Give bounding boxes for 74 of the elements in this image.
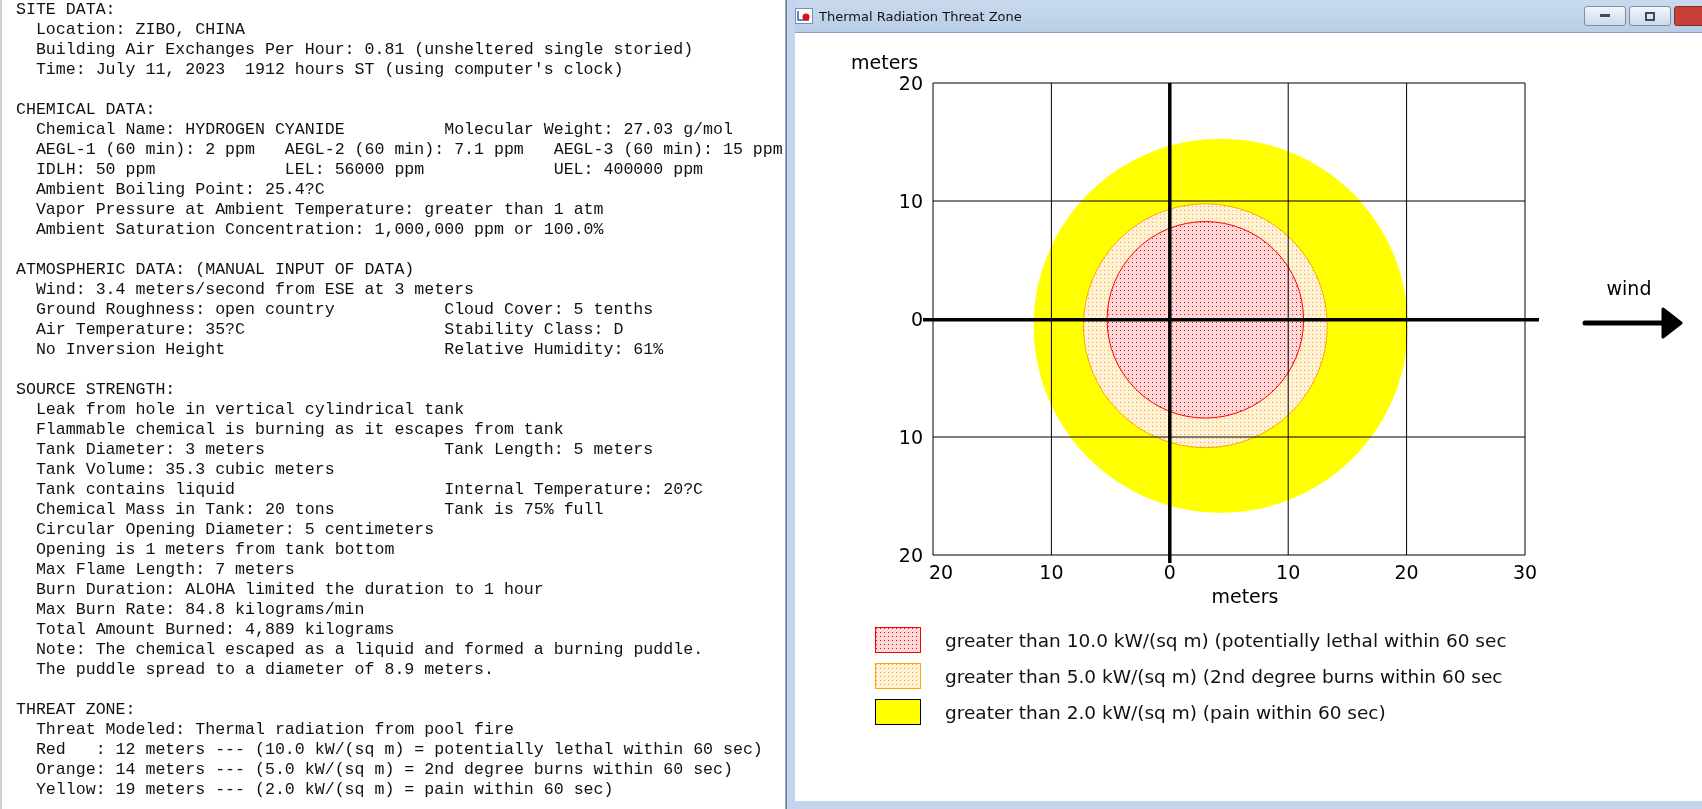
axis-title: meters (1211, 585, 1279, 607)
legend-swatch (875, 699, 921, 725)
report-text: Tank Diameter: 3 meters (35, 440, 266, 460)
minimize-button[interactable] (1584, 6, 1626, 26)
axis-tick-label: 0 (910, 308, 923, 330)
report-text: Ambient Saturation Concentration: 1,000,000 ppm or 100.0% (35, 220, 604, 240)
report-text: Leak from hole in vertical cylindrical tank (35, 400, 465, 420)
report-text: AEGL-1 (60 min): 2 ppm (35, 140, 256, 160)
wind-label: wind (1606, 277, 1652, 299)
legend-label: greater than 2.0 kW/(sq m) (pain within 60 sec) (945, 701, 1386, 723)
report-text: AEGL-2 (60 min): 7.1 ppm (284, 140, 525, 160)
report-text: Cloud Cover: 5 tenths (444, 300, 654, 320)
report-text: Tank Length: 5 meters (444, 440, 654, 460)
maximize-button[interactable] (1629, 6, 1671, 26)
maximize-icon (1645, 11, 1655, 21)
report-text: Opening is 1 meters from tank bottom (35, 540, 395, 560)
section-heading: ATMOSPHERIC DATA: (MANUAL INPUT OF DATA) (16, 260, 415, 280)
report-text: IDLH: 50 ppm (35, 160, 157, 180)
report-text: UEL: 400000 ppm (553, 160, 704, 180)
axis-tick-label: 20 (1394, 561, 1419, 583)
report-text: Total Amount Burned: 4,889 kilograms (35, 620, 395, 640)
report-text: Vapor Pressure at Ambient Temperature: greater than 1 atm (35, 200, 604, 220)
axis-tick-label: 10 (1039, 561, 1064, 583)
report-text: Tank is 75% full (444, 500, 604, 520)
axis-tick-label: 20 (928, 561, 954, 583)
report-text: The puddle spread to a diameter of 8.9 meters. (35, 660, 494, 680)
axis-tick-label: 30 (1512, 561, 1538, 583)
report-text: Circular Opening Diameter: 5 centimeters (35, 520, 435, 540)
window-title: Thermal Radiation Threat Zone (819, 8, 1023, 24)
wind-arrow-icon (1582, 307, 1683, 339)
legend-swatch (875, 627, 921, 653)
report-text: Ground Roughness: open country (35, 300, 336, 320)
section-heading: SOURCE STRENGTH: (16, 380, 176, 400)
report-text: Time: July 11, 2023 1912 hours ST (using computer's clock) (35, 60, 624, 80)
report-text: Chemical Name: HYDROGEN CYANIDE (35, 120, 346, 140)
app-icon (795, 8, 813, 24)
report-text: Wind: 3.4 meters/second from ESE at 3 meters (35, 280, 475, 300)
report-text: Air Temperature: 35?C (35, 320, 247, 340)
section-heading: SITE DATA: (16, 0, 116, 20)
report-text: Max Flame Length: 7 meters (35, 560, 295, 580)
report-text: Internal Temperature: 20?C (444, 480, 704, 500)
report-text: Max Burn Rate: 84.8 kilograms/min (35, 600, 365, 620)
report-text: AEGL-3 (60 min): 15 ppm (553, 140, 783, 160)
report-text: No Inversion Height (35, 340, 227, 360)
legend-swatch (875, 663, 921, 689)
report-text: Yellow: 19 meters --- (2.0 kW/(sq m) = pain within 60 sec) (35, 780, 614, 800)
axis-title: meters (851, 51, 919, 73)
axis-tick-label: 10 (898, 190, 923, 212)
report-text: Relative Humidity: 61% (444, 340, 664, 360)
report-text: Location: ZIBO, CHINA (35, 20, 246, 40)
report-text: Chemical Mass in Tank: 20 tons (35, 500, 336, 520)
minimize-icon (1600, 14, 1610, 18)
report-text: Red : 12 meters --- (10.0 kW/(sq m) = potentially lethal within 60 sec) (35, 740, 763, 760)
report-text: Burn Duration: ALOHA limited the duration to 1 hour (35, 580, 544, 600)
report-text: Molecular Weight: 27.03 g/mol (444, 120, 733, 140)
section-heading: CHEMICAL DATA: (16, 100, 156, 120)
axis-tick-label: 20 (898, 544, 923, 566)
report-text: Building Air Exchanges Per Hour: 0.81 (unsheltered single storied) (35, 40, 694, 60)
report-text: LEL: 56000 ppm (284, 160, 426, 180)
axis-tick-label: 10 (898, 426, 923, 448)
report-text: Tank Volume: 35.3 cubic meters (35, 460, 335, 480)
legend-label: greater than 5.0 kW/(sq m) (2nd degree burns within 60 sec (945, 665, 1503, 687)
report-text: Note: The chemical escaped as a liquid and formed a burning puddle. (35, 640, 704, 660)
report-text: Tank contains liquid (35, 480, 237, 500)
report-text: Stability Class: D (444, 320, 624, 340)
legend-label: greater than 10.0 kW/(sq m) (potentially lethal within 60 sec (945, 629, 1507, 651)
section-heading: THREAT ZONE: (16, 700, 136, 720)
axis-tick-label: 10 (1276, 561, 1301, 583)
report-text: Ambient Boiling Point: 25.4?C (35, 180, 325, 200)
report-text: Orange: 14 meters --- (5.0 kW/(sq m) = 2nd degree burns within 60 sec) (35, 760, 733, 780)
axis-tick-label: 20 (898, 72, 923, 94)
axis-tick-label: 0 (1163, 561, 1176, 583)
report-text: Flammable chemical is burning as it escapes from tank (35, 420, 564, 440)
report-text: Threat Modeled: Thermal radiation from pool fire (35, 720, 514, 740)
